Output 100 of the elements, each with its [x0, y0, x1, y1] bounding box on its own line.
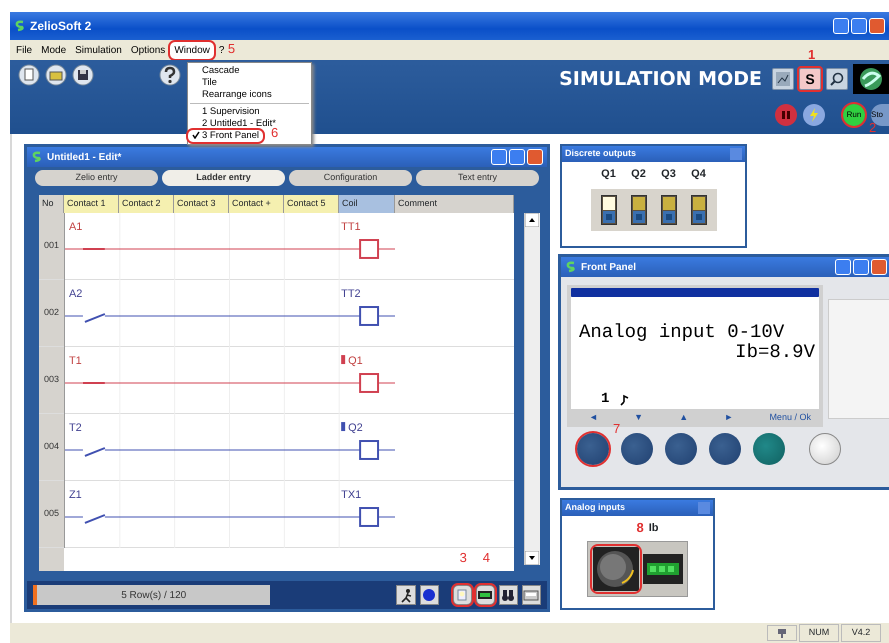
dot-button[interactable] — [420, 585, 439, 605]
column-header: Contact 2 — [119, 194, 174, 212]
contact-label: T2 — [69, 422, 82, 434]
callout-number: 3 — [460, 549, 467, 567]
open-folder-icon[interactable] — [45, 64, 67, 86]
knob[interactable] — [592, 546, 640, 592]
search-icon — [829, 71, 845, 87]
callout-number: 8 — [636, 519, 644, 537]
menu-item[interactable]: Cascade — [188, 65, 244, 77]
callout-number: 6 — [271, 127, 278, 139]
window-title: ZelioSoft 2 — [30, 18, 92, 35]
close-button[interactable] — [871, 259, 887, 275]
menu-item[interactable]: Tile — [188, 77, 221, 89]
menu-item[interactable]: 1 Supervision — [188, 106, 264, 118]
front-panel-key[interactable] — [621, 432, 653, 464]
save-icon[interactable] — [72, 64, 94, 86]
panel-button[interactable] — [522, 585, 541, 605]
menu-item[interactable]: Mode — [37, 42, 70, 58]
dot-icon — [421, 587, 438, 603]
lcd-text: Ib=8.9V — [734, 342, 815, 363]
front-panel-key[interactable] — [709, 432, 741, 464]
row-count: 5 Row(s) / 120 — [33, 585, 270, 605]
column-header: Contact 5 — [284, 194, 339, 212]
globe-icon — [853, 64, 889, 94]
pause-button[interactable] — [775, 104, 797, 126]
menu-item[interactable]: Options — [126, 42, 170, 58]
output-label: Q4 — [690, 167, 706, 182]
menu-item[interactable]: File — [12, 42, 36, 58]
minimize-button[interactable] — [491, 149, 507, 165]
callout-number: 4 — [482, 549, 490, 567]
mode-title: SIMULATION MODE — [559, 66, 762, 92]
status-cell: V4.2 — [841, 624, 881, 642]
menu-item[interactable]: Rearrange icons — [188, 89, 276, 101]
coil-label: TT1 — [341, 220, 361, 233]
binoculars-button[interactable] — [498, 585, 518, 605]
chart-icon — [775, 71, 791, 87]
input-label: Ib — [648, 520, 658, 536]
binoculars-icon — [500, 587, 516, 603]
tab[interactable]: Configuration — [289, 170, 412, 186]
contact-label: T1 — [69, 354, 82, 367]
coil-label: Q2 — [348, 422, 363, 434]
round-key[interactable] — [809, 432, 841, 464]
pause-icon — [781, 110, 791, 120]
coil-label: Q1 — [348, 354, 363, 367]
help-icon[interactable] — [159, 64, 181, 86]
scrollbar[interactable] — [524, 212, 540, 564]
tab[interactable]: Text entry — [416, 170, 539, 186]
window-title: Analog inputs — [565, 501, 625, 514]
walk-button[interactable] — [396, 585, 416, 605]
close-button[interactable] — [527, 149, 543, 165]
app-logo-icon — [14, 20, 26, 32]
check-icon — [192, 131, 200, 140]
new-file-icon[interactable] — [18, 64, 40, 86]
status-cell: NUM — [799, 624, 839, 642]
note-icon — [619, 394, 630, 406]
callout-number: 7 — [613, 420, 620, 438]
scroll-down-icon[interactable] — [525, 550, 539, 564]
close-button[interactable] — [869, 18, 885, 34]
callout-number: 5 — [228, 40, 236, 58]
output-label: Q3 — [660, 167, 676, 182]
column-header: No — [39, 194, 64, 212]
ok-key[interactable] — [753, 432, 785, 464]
maximize-button[interactable] — [509, 149, 525, 165]
minimize-button[interactable] — [835, 259, 851, 275]
coil-label: TT2 — [341, 288, 361, 300]
app-logo-icon — [565, 261, 577, 273]
search-button[interactable] — [826, 68, 848, 90]
coil-label: TX1 — [341, 488, 362, 501]
chart-button[interactable] — [772, 68, 794, 90]
value-display — [642, 554, 683, 584]
contact-label: A2 — [69, 288, 82, 300]
window-title: Untitled1 - Edit* — [47, 150, 122, 164]
key-label: ▲ — [679, 411, 688, 424]
menu-item[interactable]: ? — [214, 42, 228, 58]
key-label: ◄ — [589, 411, 598, 424]
maximize-button[interactable] — [853, 259, 869, 275]
window-title: Discrete outputs — [565, 147, 636, 160]
output-label: Q2 — [630, 167, 646, 182]
column-header: Contact + — [229, 194, 284, 212]
tab[interactable]: Ladder entry — [162, 170, 285, 186]
contact-label: Z1 — [69, 488, 82, 501]
maximize-button[interactable] — [851, 18, 867, 34]
key-label: ► — [724, 411, 734, 424]
column-header: Contact 3 — [174, 194, 229, 212]
scroll-up-icon[interactable] — [525, 212, 539, 226]
lightning-icon — [808, 108, 820, 122]
contact-label: A1 — [69, 220, 82, 233]
minimize-button[interactable] — [833, 18, 849, 34]
lightning-button[interactable] — [803, 104, 825, 126]
column-header: Coil — [339, 194, 395, 212]
app-logo-icon — [31, 151, 43, 163]
key-label: Menu / Ok — [769, 411, 811, 424]
lcd-status: 1 — [601, 392, 610, 407]
menu-item[interactable]: Simulation — [71, 42, 126, 58]
lcd-text: Analog input 0-10V — [579, 323, 786, 343]
front-panel-key[interactable] — [665, 432, 697, 464]
output-label: Q1 — [600, 167, 616, 182]
callout-number: 1 — [808, 46, 816, 64]
tab[interactable]: Zelio entry — [35, 170, 158, 186]
column-header: Contact 1 — [64, 194, 119, 212]
